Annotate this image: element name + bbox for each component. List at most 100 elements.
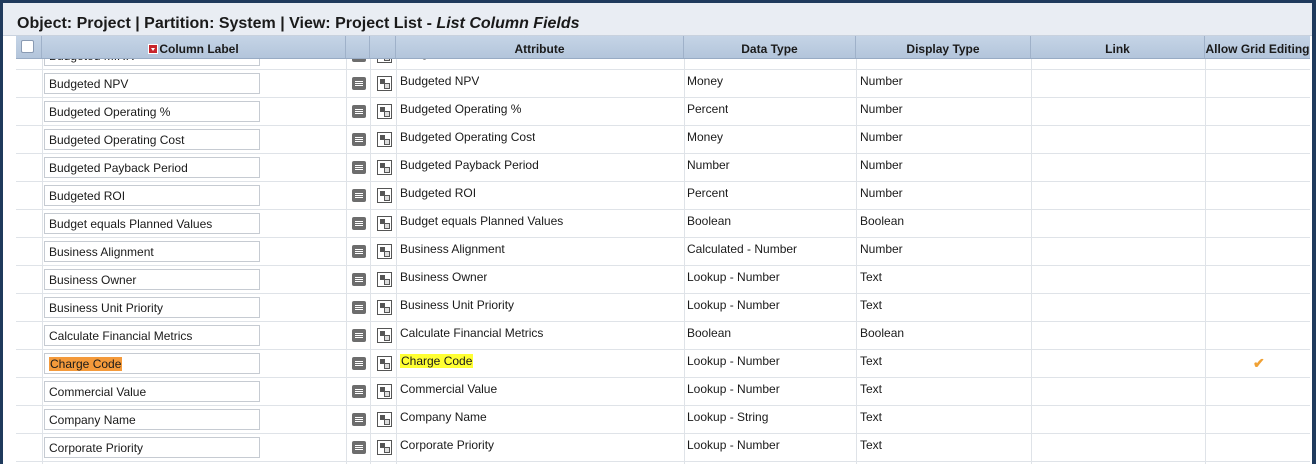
list-properties-icon[interactable] bbox=[352, 189, 366, 202]
display-type-cell-text: Boolean bbox=[860, 214, 905, 228]
attribute-header[interactable]: Attribute bbox=[396, 36, 684, 58]
list-properties-icon[interactable] bbox=[352, 413, 366, 426]
attribute-lookup-icon[interactable] bbox=[377, 384, 392, 399]
data-type-cell: Lookup - Number bbox=[687, 352, 780, 380]
page-title-italic: List Column Fields bbox=[436, 15, 580, 32]
column-label-text: Calculate Financial Metrics bbox=[49, 329, 193, 343]
attribute-cell: Budgeted ROI bbox=[400, 184, 476, 212]
data-type-cell-text: Boolean bbox=[687, 214, 732, 228]
column-label-input[interactable]: Corporate Priority bbox=[44, 437, 260, 458]
data-type-cell: Calculated - Number bbox=[687, 240, 797, 268]
data-type-header[interactable]: Data Type bbox=[684, 36, 856, 58]
sort-icon[interactable] bbox=[148, 44, 159, 54]
table-row[interactable]: Business Unit Priority Business Unit Prio… bbox=[16, 294, 1310, 322]
attribute-cell-text: Corporate Priority bbox=[400, 438, 495, 452]
list-properties-icon[interactable] bbox=[352, 301, 366, 314]
display-type-header[interactable]: Display Type bbox=[856, 36, 1031, 58]
attribute-lookup-icon[interactable] bbox=[377, 160, 392, 175]
table-row[interactable]: Corporate Priority Corporate Priority Look… bbox=[16, 434, 1310, 462]
list-properties-icon[interactable] bbox=[352, 245, 366, 258]
table-row[interactable]: Commercial Value Commercial Value Lookup -… bbox=[16, 378, 1310, 406]
attribute-lookup-icon[interactable] bbox=[377, 76, 392, 91]
table-row[interactable]: Budget equals Planned Values Budget equal… bbox=[16, 210, 1310, 238]
list-icon-header bbox=[346, 36, 370, 58]
list-properties-icon[interactable] bbox=[352, 161, 366, 174]
attribute-lookup-icon[interactable] bbox=[377, 300, 392, 315]
table-row[interactable]: Business Alignment Business Alignment Calc… bbox=[16, 238, 1310, 266]
display-type-cell: Number bbox=[860, 184, 903, 212]
attribute-cell: Business Alignment bbox=[400, 240, 505, 268]
data-type-cell: Lookup - String bbox=[687, 408, 768, 436]
data-type-cell: Boolean bbox=[687, 324, 731, 352]
data-type-cell-text: Lookup - Number bbox=[687, 438, 780, 452]
attribute-lookup-icon[interactable] bbox=[377, 216, 392, 231]
attribute-cell: Commercial Value bbox=[400, 380, 497, 408]
column-label-input[interactable]: Budgeted Operating % bbox=[44, 101, 260, 122]
attribute-lookup-icon[interactable] bbox=[377, 412, 392, 427]
attribute-lookup-icon[interactable] bbox=[377, 188, 392, 203]
page-title: Object: Project | Partition: System | Vi… bbox=[17, 15, 580, 33]
attribute-lookup-icon[interactable] bbox=[377, 244, 392, 259]
list-properties-icon[interactable] bbox=[352, 217, 366, 230]
attribute-lookup-icon[interactable] bbox=[377, 104, 392, 119]
attribute-cell: Corporate Priority bbox=[400, 436, 494, 464]
attribute-lookup-icon[interactable] bbox=[377, 440, 392, 455]
column-divider bbox=[42, 36, 43, 464]
list-properties-icon[interactable] bbox=[352, 441, 366, 454]
column-label-input[interactable]: Company Name bbox=[44, 409, 260, 430]
title-bar: Object: Project | Partition: System | Vi… bbox=[3, 3, 1312, 36]
column-label-input[interactable]: Budgeted Payback Period bbox=[44, 157, 260, 178]
list-properties-icon[interactable] bbox=[352, 105, 366, 118]
table-row[interactable]: Company Name Company Name Lookup - String T… bbox=[16, 406, 1310, 434]
link-header[interactable]: Link bbox=[1031, 36, 1205, 58]
column-label-input[interactable]: Budgeted Operating Cost bbox=[44, 129, 260, 150]
column-label-input[interactable]: Charge Code bbox=[44, 353, 260, 374]
list-properties-icon[interactable] bbox=[352, 329, 366, 342]
column-label-input[interactable]: Calculate Financial Metrics bbox=[44, 325, 260, 346]
column-label-input[interactable]: Business Alignment bbox=[44, 241, 260, 262]
data-type-cell: Boolean bbox=[687, 212, 731, 240]
column-label-input[interactable]: Business Owner bbox=[44, 269, 260, 290]
list-properties-icon[interactable] bbox=[352, 77, 366, 90]
grid-editing-check-icon[interactable]: ✔ bbox=[1253, 355, 1265, 372]
list-column-fields-grid: Column Label Attribute Data Type Display… bbox=[16, 36, 1310, 464]
list-properties-icon[interactable] bbox=[352, 357, 366, 370]
column-label-input[interactable]: Business Unit Priority bbox=[44, 297, 260, 318]
column-label-input[interactable]: Commercial Value bbox=[44, 381, 260, 402]
data-type-cell-text: Money bbox=[687, 130, 724, 144]
attribute-cell: Budgeted Operating % bbox=[400, 100, 521, 128]
table-row[interactable]: Charge Code Charge Code Lookup - Number Tex… bbox=[16, 350, 1310, 378]
column-label-input[interactable]: Budgeted NPV bbox=[44, 73, 260, 94]
column-label-header[interactable]: Column Label bbox=[42, 36, 346, 58]
table-row[interactable]: Budgeted NPV Budgeted NPV Money Number bbox=[16, 70, 1310, 98]
list-properties-icon[interactable] bbox=[352, 273, 366, 286]
table-row[interactable]: Budgeted Operating % Budgeted Operating %… bbox=[16, 98, 1310, 126]
table-row[interactable]: Budgeted Payback Period Budgeted Payback … bbox=[16, 154, 1310, 182]
list-properties-icon[interactable] bbox=[352, 133, 366, 146]
table-row[interactable]: Budgeted Operating Cost Budgeted Operatin… bbox=[16, 126, 1310, 154]
column-label-text: Budgeted Operating % bbox=[49, 105, 171, 119]
table-row[interactable]: Budgeted ROI Budgeted ROI Percent Number bbox=[16, 182, 1310, 210]
attribute-lookup-icon[interactable] bbox=[377, 356, 392, 371]
display-type-cell-text: Text bbox=[860, 438, 883, 452]
display-type-cell-text: Number bbox=[860, 186, 903, 200]
display-type-cell: Number bbox=[860, 128, 903, 156]
attribute-lookup-icon[interactable] bbox=[377, 328, 392, 343]
column-label-text: Budgeted Payback Period bbox=[49, 161, 188, 175]
table-row[interactable]: Calculate Financial Metrics Calculate Fin… bbox=[16, 322, 1310, 350]
data-type-cell-text: Lookup - Number bbox=[687, 354, 780, 368]
attribute-lookup-icon[interactable] bbox=[377, 272, 392, 287]
table-row[interactable]: Business Owner Business Owner Lookup - Num… bbox=[16, 266, 1310, 294]
column-label-input[interactable]: Budgeted ROI bbox=[44, 185, 260, 206]
attribute-lookup-icon[interactable] bbox=[377, 132, 392, 147]
column-label-text: Charge Code bbox=[49, 357, 123, 371]
allow-grid-editing-header[interactable]: Allow Grid Editing bbox=[1205, 36, 1310, 58]
select-all-checkbox[interactable] bbox=[21, 40, 34, 53]
attribute-cell-text: Budgeted Operating Cost bbox=[400, 130, 536, 144]
list-properties-icon[interactable] bbox=[352, 385, 366, 398]
page-title-main: Object: Project | Partition: System | Vi… bbox=[17, 15, 437, 32]
display-type-cell: Number bbox=[860, 240, 903, 268]
attribute-cell: Charge Code bbox=[400, 352, 474, 380]
column-label-input[interactable]: Budget equals Planned Values bbox=[44, 213, 260, 234]
select-all-header bbox=[16, 36, 42, 58]
